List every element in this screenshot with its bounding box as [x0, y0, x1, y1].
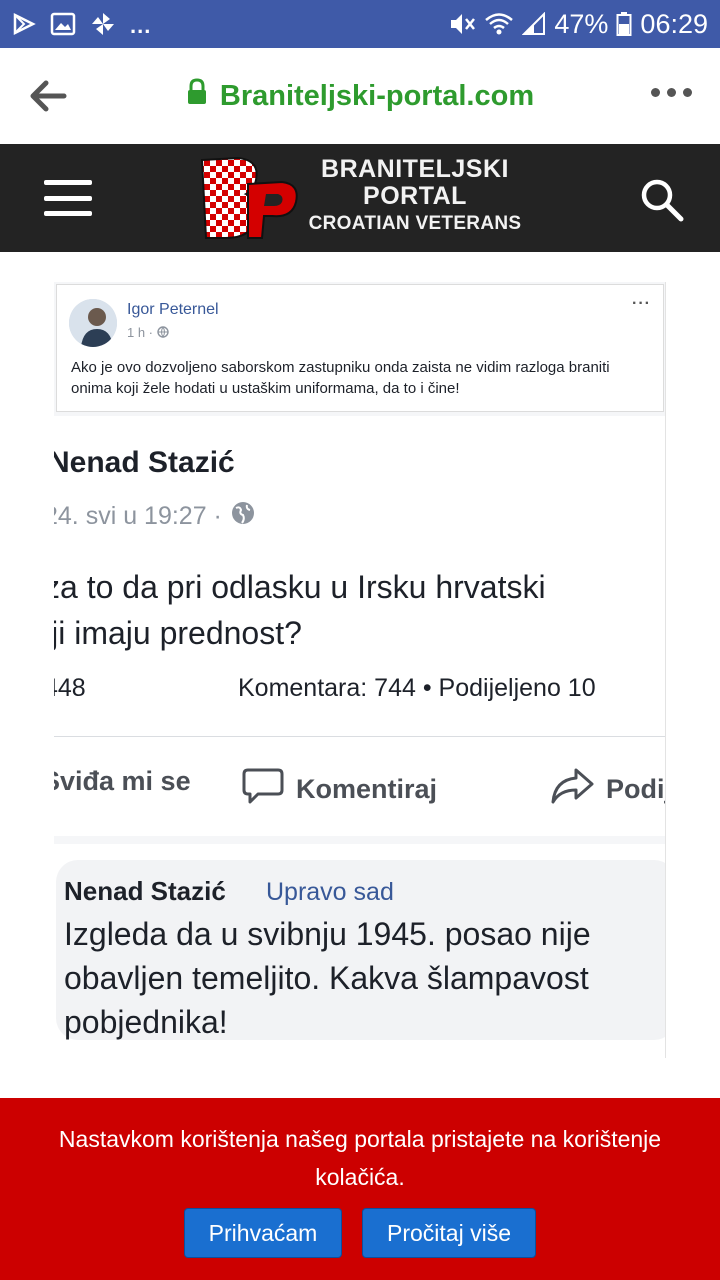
comment-icon	[242, 766, 284, 813]
browser-toolbar: Braniteljski-portal.com	[0, 48, 720, 144]
accept-cookies-button[interactable]: Prihvaćam	[184, 1208, 342, 1258]
comment-text: Izgleda da u svibnju 1945. posao nije ob…	[64, 916, 591, 1040]
cookie-message: Nastavkom korištenja našeg portala prist…	[58, 1126, 662, 1190]
globe-icon	[230, 500, 256, 533]
share-icon	[550, 766, 594, 813]
more-options-icon[interactable]	[651, 88, 692, 97]
pinwheel-icon	[90, 11, 116, 37]
clock: 06:29	[640, 8, 708, 39]
quoted-post: Nenad Stazić 24. svi u 19:27 · za to da …	[54, 416, 665, 836]
comment-bubble: Nenad Stazić Upravo sad Izgleda da u svi…	[56, 860, 665, 1040]
play-store-icon	[12, 12, 36, 36]
status-overflow: ...	[130, 13, 152, 38]
gallery-icon	[50, 12, 76, 36]
wifi-icon	[484, 11, 514, 37]
comment-time: Upravo sad	[266, 878, 394, 906]
search-icon[interactable]	[640, 178, 684, 222]
facebook-post-card: Igor Peternel 1 h · ··· Ako je ovo dozvo…	[56, 284, 664, 412]
divider	[54, 736, 665, 737]
url-text: Braniteljski-portal.com	[219, 79, 535, 112]
battery-icon	[616, 11, 632, 37]
mute-icon	[448, 11, 476, 37]
checkerboard-bp-logo	[200, 156, 298, 239]
post-author: Igor Peternel	[127, 301, 219, 318]
site-header: BRANITELJSKI PORTAL CROATIAN VETERANS	[0, 144, 720, 252]
lock-icon	[186, 78, 208, 114]
battery-percent: 47%	[554, 8, 609, 39]
logo-line-2: PORTAL	[363, 182, 467, 210]
quoted-post-date: 24. svi u 19:27 ·	[54, 500, 256, 533]
globe-icon	[156, 325, 169, 340]
post-time: 1 h ·	[127, 325, 169, 340]
avatar	[69, 299, 117, 347]
logo-line-1: BRANITELJSKI	[321, 155, 509, 183]
comment-action: Komentiraj	[242, 766, 437, 813]
share-action: Podijeli	[550, 766, 665, 813]
article-content: Igor Peternel 1 h · ··· Ako je ovo dozvo…	[0, 252, 720, 1098]
read-more-button[interactable]: Pročitaj više	[362, 1208, 536, 1258]
comment-author: Nenad Stazić	[64, 876, 226, 906]
post-stats: Komentara: 744 • Podijeljeno 10	[238, 674, 596, 702]
post-text: Ako je ovo dozvoljeno saborskom zastupni…	[71, 359, 610, 397]
quoted-post-text: za to da pri odlasku u Irsku hrvatski lji…	[54, 569, 546, 651]
logo-line-3: CROATIAN VETERANS	[308, 213, 522, 234]
post-actions: Sviđa mi se Komentiraj Podijeli	[54, 756, 665, 816]
comment: Nenad Stazić Upravo sad Izgleda da u svi…	[54, 844, 665, 1058]
signal-icon	[522, 12, 546, 36]
embedded-facebook-screenshot: Igor Peternel 1 h · ··· Ako je ovo dozvo…	[54, 282, 666, 1058]
cookie-banner: Nastavkom korištenja našeg portala prist…	[0, 1098, 720, 1280]
site-logo[interactable]: BRANITELJSKI PORTAL CROATIAN VETERANS	[198, 154, 528, 244]
menu-icon[interactable]	[44, 180, 92, 216]
reaction-count: 448	[54, 674, 86, 702]
post-more-icon: ···	[632, 295, 651, 312]
status-bar: ... 47% 06:29	[0, 0, 720, 48]
like-action: Sviđa mi se	[54, 766, 191, 796]
quoted-post-author: Nenad Stazić	[54, 446, 235, 479]
address-bar[interactable]: Braniteljski-portal.com	[0, 78, 720, 114]
